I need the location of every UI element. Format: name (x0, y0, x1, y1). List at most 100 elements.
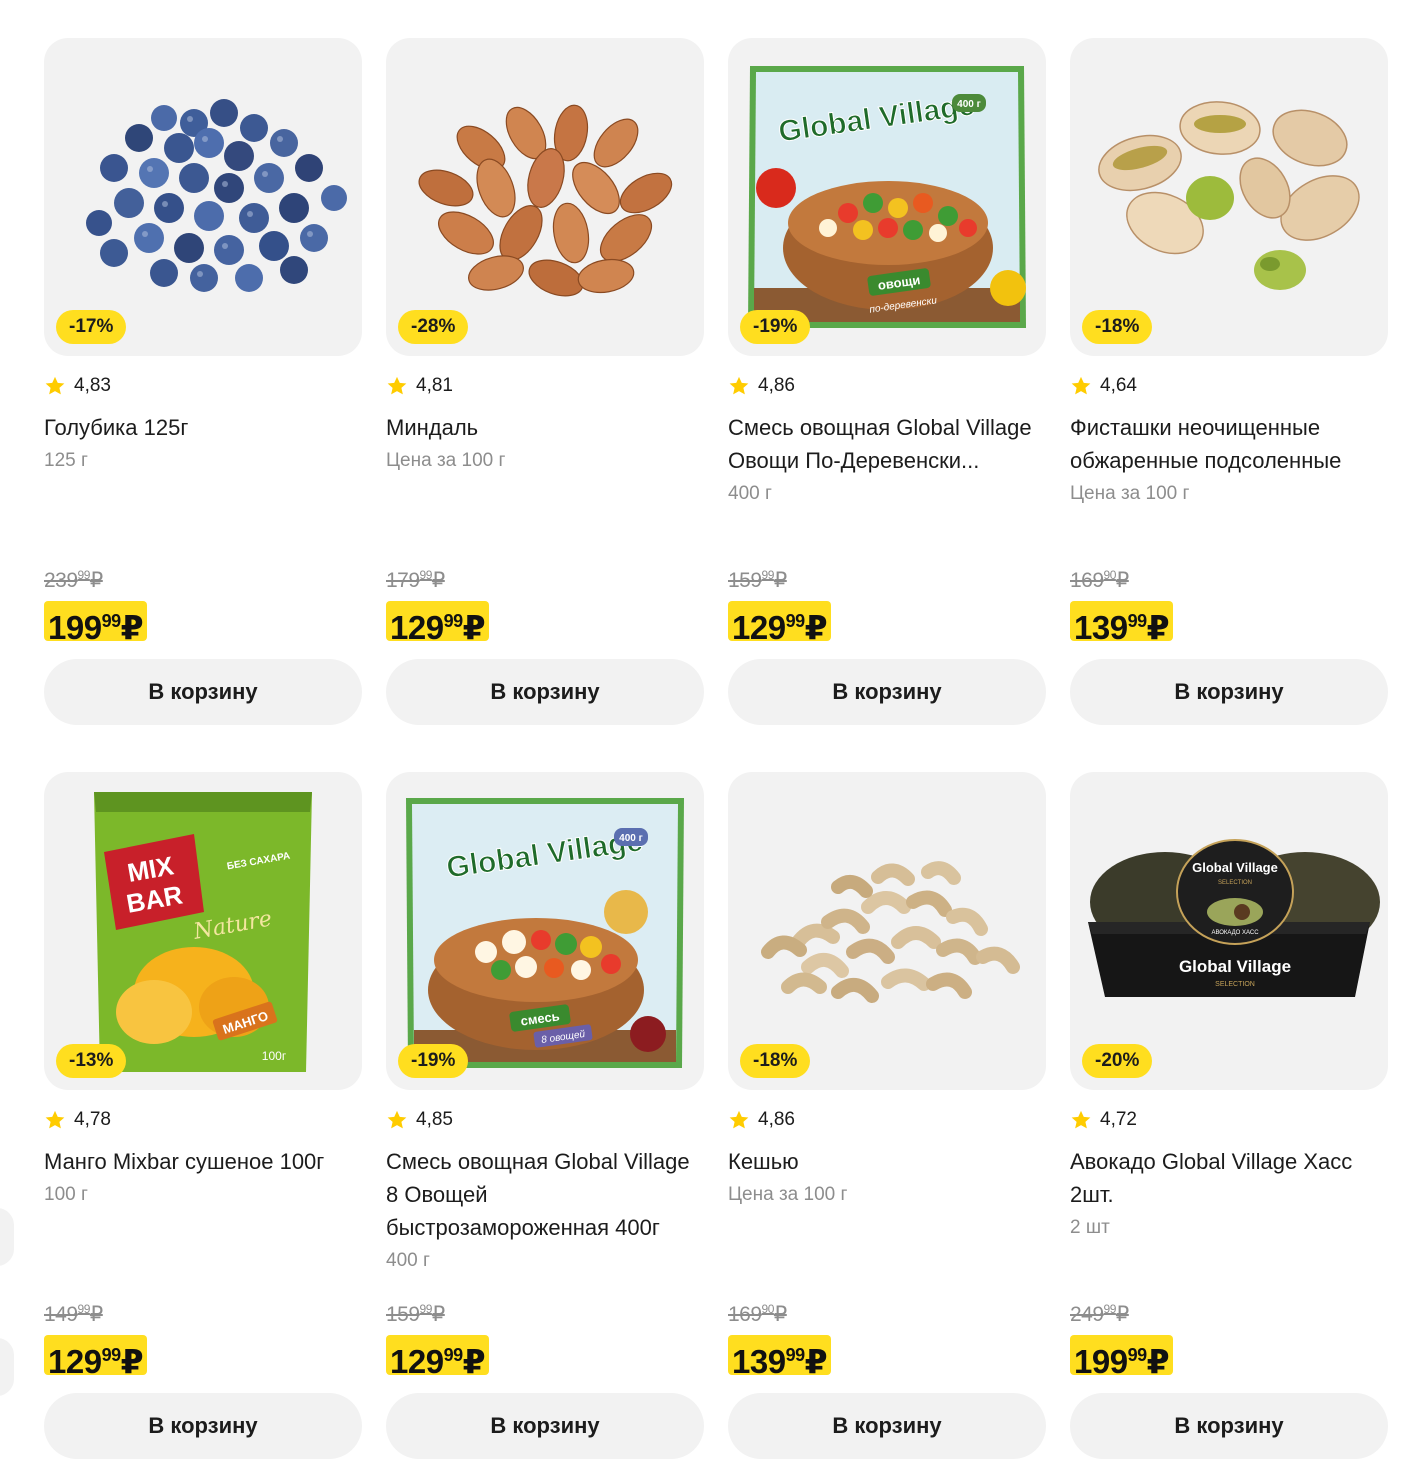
old-price-cents: 90 (761, 1302, 775, 1316)
product-card[interactable]: смесь 8 овощей Global Village 400 г -19%… (386, 772, 704, 1459)
old-price: 15999₽ (728, 568, 787, 593)
add-to-cart-button[interactable]: В корзину (728, 1393, 1046, 1459)
currency: ₽ (773, 1303, 787, 1326)
current-price: 12999₽ (386, 601, 490, 646)
product-image[interactable]: -18% (1070, 38, 1388, 356)
price-cents: 99 (101, 611, 122, 631)
product-card[interactable]: -28% 4,81 Миндаль Цена за 100 г 17999 ₽ 1… (386, 38, 704, 725)
product-info: Кешью Цена за 100 г (728, 1145, 1046, 1211)
rating-value: 4,86 (758, 375, 795, 396)
scroll-edge-tab[interactable] (0, 1208, 14, 1266)
currency: ₽ (120, 609, 144, 646)
old-price-cents: 99 (419, 1302, 433, 1316)
price-int: 139 (1074, 609, 1128, 646)
old-price-cents: 90 (1103, 568, 1117, 582)
product-grid: -17% 4,83 Голубика 125г 125 г 23999₽ 199… (44, 38, 1388, 1459)
current-price: 13999₽ (1070, 601, 1174, 646)
blueberries-image (86, 99, 347, 292)
old-price-cents: 99 (1103, 1302, 1117, 1316)
old-price-int: 169 (728, 1303, 762, 1326)
currency: ₽ (431, 1303, 445, 1326)
dried-mango-package-image: MIX BAR Nature БЕЗ САХАРА МАНГО 100г (94, 792, 312, 1072)
product-info: Смесь овощная Global Village 8 Овощей бы… (386, 1145, 704, 1277)
product-unit: Цена за 100 г (1070, 483, 1190, 504)
rating-value: 4,64 (1100, 375, 1137, 396)
price-cents: 99 (1127, 1345, 1148, 1365)
product-title[interactable]: Авокадо Global Village Хасс 2шт. (1070, 1145, 1388, 1211)
add-to-cart-button[interactable]: В корзину (44, 659, 362, 725)
add-to-cart-button[interactable]: В корзину (728, 659, 1046, 725)
product-image[interactable]: овощи по-деревенски Global Village 400 г… (728, 38, 1046, 356)
product-title[interactable]: Кешью (728, 1145, 1046, 1178)
scroll-edge-tab[interactable] (0, 1338, 14, 1396)
price-cents: 99 (785, 1345, 806, 1365)
currency: ₽ (462, 609, 486, 646)
rating-value: 4,78 (74, 1109, 111, 1130)
package-selection: SELECTION (1218, 880, 1252, 886)
star-icon (729, 1110, 749, 1129)
product-image[interactable]: -28% (386, 38, 704, 356)
old-price-int: 179 (386, 569, 420, 592)
rating-value: 4,86 (758, 1109, 795, 1130)
rating-value: 4,81 (416, 375, 453, 396)
star-icon (1071, 1110, 1091, 1129)
product-rating: 4,83 (44, 375, 111, 397)
old-price: 16990₽ (728, 1302, 787, 1327)
product-unit: 400 г (728, 483, 772, 504)
product-unit: Цена за 100 г (386, 450, 506, 471)
product-title[interactable]: Фисташки неочищенные обжаренные подсолен… (1070, 411, 1388, 477)
add-to-cart-button[interactable]: В корзину (386, 659, 704, 725)
currency: ₽ (89, 1303, 103, 1326)
old-price-cents: 99 (419, 568, 433, 582)
currency: ₽ (1115, 569, 1129, 592)
product-card[interactable]: MIX BAR Nature БЕЗ САХАРА МАНГО 100г -13… (44, 772, 362, 1459)
product-image[interactable]: Global Village SELECTION АВОКАДО ХАСС Gl… (1070, 772, 1388, 1090)
discount-badge: -18% (740, 1044, 811, 1078)
product-card[interactable]: Global Village SELECTION АВОКАДО ХАСС Gl… (1070, 772, 1388, 1459)
discount-badge: -18% (1082, 310, 1153, 344)
price-cents: 99 (443, 1345, 464, 1365)
product-image[interactable]: смесь 8 овощей Global Village 400 г -19% (386, 772, 704, 1090)
price-int: 129 (732, 609, 786, 646)
add-to-cart-button[interactable]: В корзину (1070, 659, 1388, 725)
rating-value: 4,85 (416, 1109, 453, 1130)
product-card[interactable]: -18% 4,86 Кешью Цена за 100 г 16990₽ 139… (728, 772, 1046, 1459)
currency: ₽ (773, 569, 787, 592)
add-to-cart-button[interactable]: В корзину (1070, 1393, 1388, 1459)
discount-badge: -20% (1082, 1044, 1153, 1078)
rating-value: 4,72 (1100, 1109, 1137, 1130)
price-cents: 99 (1127, 611, 1148, 631)
product-unit: 400 г (386, 1250, 430, 1271)
product-info: Фисташки неочищенные обжаренные подсолен… (1070, 411, 1388, 510)
add-to-cart-button[interactable]: В корзину (44, 1393, 362, 1459)
currency: ₽ (804, 1343, 828, 1380)
product-card[interactable]: -17% 4,83 Голубика 125г 125 г 23999₽ 199… (44, 38, 362, 725)
old-price: 16990₽ (1070, 568, 1129, 593)
price-int: 139 (732, 1343, 786, 1380)
product-image[interactable]: -18% (728, 772, 1046, 1090)
product-title[interactable]: Голубика 125г (44, 411, 362, 444)
product-unit: 2 шт (1070, 1217, 1110, 1238)
product-image[interactable]: -17% (44, 38, 362, 356)
discount-badge: -19% (398, 1044, 469, 1078)
product-card[interactable]: овощи по-деревенски Global Village 400 г… (728, 38, 1046, 725)
add-to-cart-button[interactable]: В корзину (386, 1393, 704, 1459)
product-title[interactable]: Миндаль (386, 411, 704, 444)
current-price: 12999₽ (728, 601, 832, 646)
product-image[interactable]: MIX BAR Nature БЕЗ САХАРА МАНГО 100г -13… (44, 772, 362, 1090)
product-info: Голубика 125г 125 г (44, 411, 362, 477)
old-price: 15999₽ (386, 1302, 445, 1327)
product-title[interactable]: Смесь овощная Global Village 8 Овощей бы… (386, 1145, 704, 1244)
current-price: 12999₽ (44, 1335, 148, 1380)
currency: ₽ (120, 1343, 144, 1380)
product-title[interactable]: Манго Mixbar сушеное 100г (44, 1145, 362, 1178)
currency: ₽ (804, 609, 828, 646)
price-cents: 99 (101, 1345, 122, 1365)
product-title[interactable]: Смесь овощная Global Village Овощи По-Де… (728, 411, 1046, 477)
product-rating: 4,86 (728, 375, 795, 397)
product-card[interactable]: -18% 4,64 Фисташки неочищенные обжаренны… (1070, 38, 1388, 725)
old-price-int: 159 (386, 1303, 420, 1326)
product-rating: 4,85 (386, 1109, 453, 1131)
package-weight: 100г (262, 1049, 287, 1063)
price-int: 129 (48, 1343, 102, 1380)
